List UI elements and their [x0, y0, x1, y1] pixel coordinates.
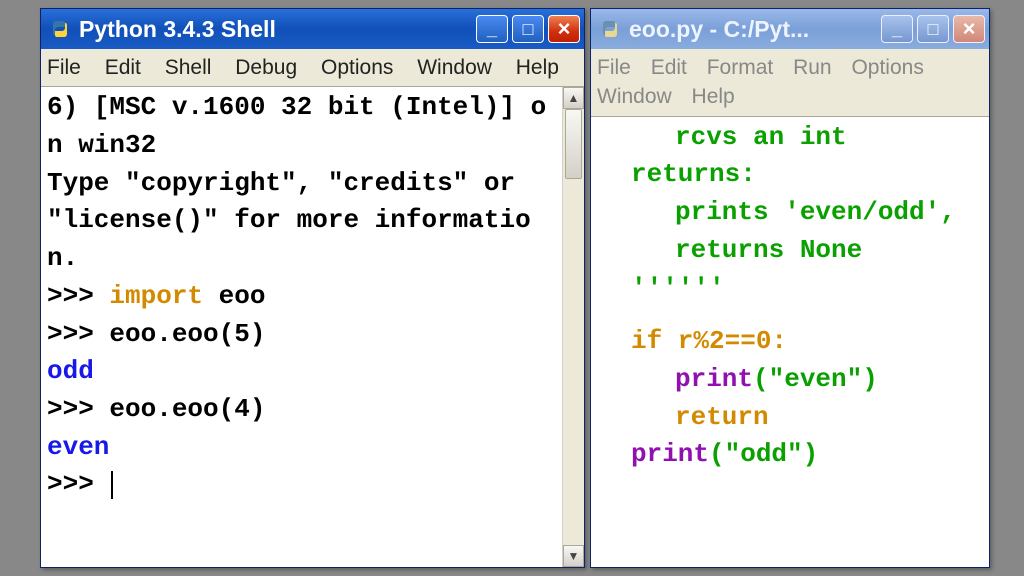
- scroll-down-icon[interactable]: ▼: [563, 545, 584, 567]
- shell-content[interactable]: 6) [MSC v.1600 32 bit (Intel)] on win32 …: [41, 87, 562, 567]
- banner-line: 6) [MSC v.1600 32 bit (Intel)] on win32: [47, 89, 556, 164]
- menu-help[interactable]: Help: [692, 85, 735, 108]
- editor-content[interactable]: rcvs an int returns: prints 'even/odd', …: [591, 117, 989, 567]
- close-button[interactable]: ×: [953, 15, 985, 43]
- shell-scrollbar[interactable]: ▲ ▼: [562, 87, 584, 567]
- docstring-end: '''''': [631, 270, 983, 308]
- if-head: if r%2==0:: [631, 326, 787, 356]
- prompt: >>>: [47, 281, 109, 311]
- scroll-up-icon[interactable]: ▲: [563, 87, 584, 109]
- import-module: eoo: [203, 281, 265, 311]
- text-cursor: [111, 471, 113, 499]
- return-keyword: return: [675, 402, 769, 432]
- menu-file[interactable]: File: [597, 56, 631, 79]
- shell-line: >>> eoo.eoo(4): [47, 391, 556, 429]
- maximize-button[interactable]: □: [917, 15, 949, 43]
- shell-line: >>> eoo.eoo(5): [47, 316, 556, 354]
- prompt: >>>: [47, 469, 109, 499]
- code-line: return: [631, 399, 983, 437]
- code-line: print("even"): [631, 361, 983, 399]
- prompt: >>>: [47, 394, 109, 424]
- shell-window: Python 3.4.3 Shell _ □ × File Edit Shell…: [40, 8, 585, 568]
- menu-format[interactable]: Format: [707, 56, 774, 79]
- menu-edit[interactable]: Edit: [651, 56, 687, 79]
- print-fn: print: [675, 364, 753, 394]
- print-fn: print: [631, 439, 709, 469]
- docstring-line: returns None: [631, 232, 983, 270]
- import-keyword: import: [109, 281, 203, 311]
- editor-content-wrap: rcvs an int returns: prints 'even/odd', …: [591, 116, 989, 567]
- shell-output: odd: [47, 353, 556, 391]
- string-literal: ("odd"): [709, 439, 818, 469]
- editor-window-controls: _ □ ×: [881, 15, 985, 43]
- menu-help[interactable]: Help: [516, 56, 559, 79]
- editor-title: eoo.py - C:/Pyt...: [629, 16, 881, 43]
- call-expr: eoo.eoo(4): [109, 394, 265, 424]
- call-expr: eoo.eoo(5): [109, 319, 265, 349]
- shell-line: >>>: [47, 466, 556, 504]
- editor-titlebar[interactable]: eoo.py - C:/Pyt... _ □ ×: [591, 9, 989, 49]
- menu-window[interactable]: Window: [597, 85, 672, 108]
- minimize-button[interactable]: _: [881, 15, 913, 43]
- string-literal: ("even"): [753, 364, 878, 394]
- shell-titlebar[interactable]: Python 3.4.3 Shell _ □ ×: [41, 9, 584, 49]
- blank-line: [631, 307, 983, 323]
- menu-debug[interactable]: Debug: [235, 56, 297, 79]
- minimize-button[interactable]: _: [476, 15, 508, 43]
- menu-options[interactable]: Options: [851, 56, 923, 79]
- close-button[interactable]: ×: [548, 15, 580, 43]
- python-icon: [49, 18, 71, 40]
- menu-run[interactable]: Run: [793, 56, 832, 79]
- shell-content-wrap: 6) [MSC v.1600 32 bit (Intel)] on win32 …: [41, 86, 584, 567]
- maximize-button[interactable]: □: [512, 15, 544, 43]
- prompt: >>>: [47, 319, 109, 349]
- docstring-line: rcvs an int: [631, 119, 983, 157]
- code-line: print("odd"): [631, 436, 983, 474]
- editor-window: eoo.py - C:/Pyt... _ □ × File Edit Forma…: [590, 8, 990, 568]
- menu-options[interactable]: Options: [321, 56, 393, 79]
- docstring-line: prints 'even/odd',: [631, 194, 983, 232]
- menu-file[interactable]: File: [47, 56, 81, 79]
- python-icon: [599, 18, 621, 40]
- shell-output: even: [47, 429, 556, 467]
- shell-title: Python 3.4.3 Shell: [79, 16, 476, 43]
- menu-edit[interactable]: Edit: [105, 56, 141, 79]
- menu-shell[interactable]: Shell: [165, 56, 212, 79]
- banner-line: Type "copyright", "credits" or "license(…: [47, 165, 556, 278]
- shell-window-controls: _ □ ×: [476, 15, 580, 43]
- docstring-line: returns:: [631, 156, 983, 194]
- code-line: if r%2==0:: [631, 323, 983, 361]
- shell-menubar: File Edit Shell Debug Options Window Hel…: [41, 49, 584, 86]
- editor-menubar: File Edit Format Run Options Window Help: [591, 49, 989, 116]
- scroll-track[interactable]: [563, 109, 584, 545]
- shell-line: >>> import eoo: [47, 278, 556, 316]
- scroll-thumb[interactable]: [565, 109, 582, 179]
- menu-window[interactable]: Window: [417, 56, 492, 79]
